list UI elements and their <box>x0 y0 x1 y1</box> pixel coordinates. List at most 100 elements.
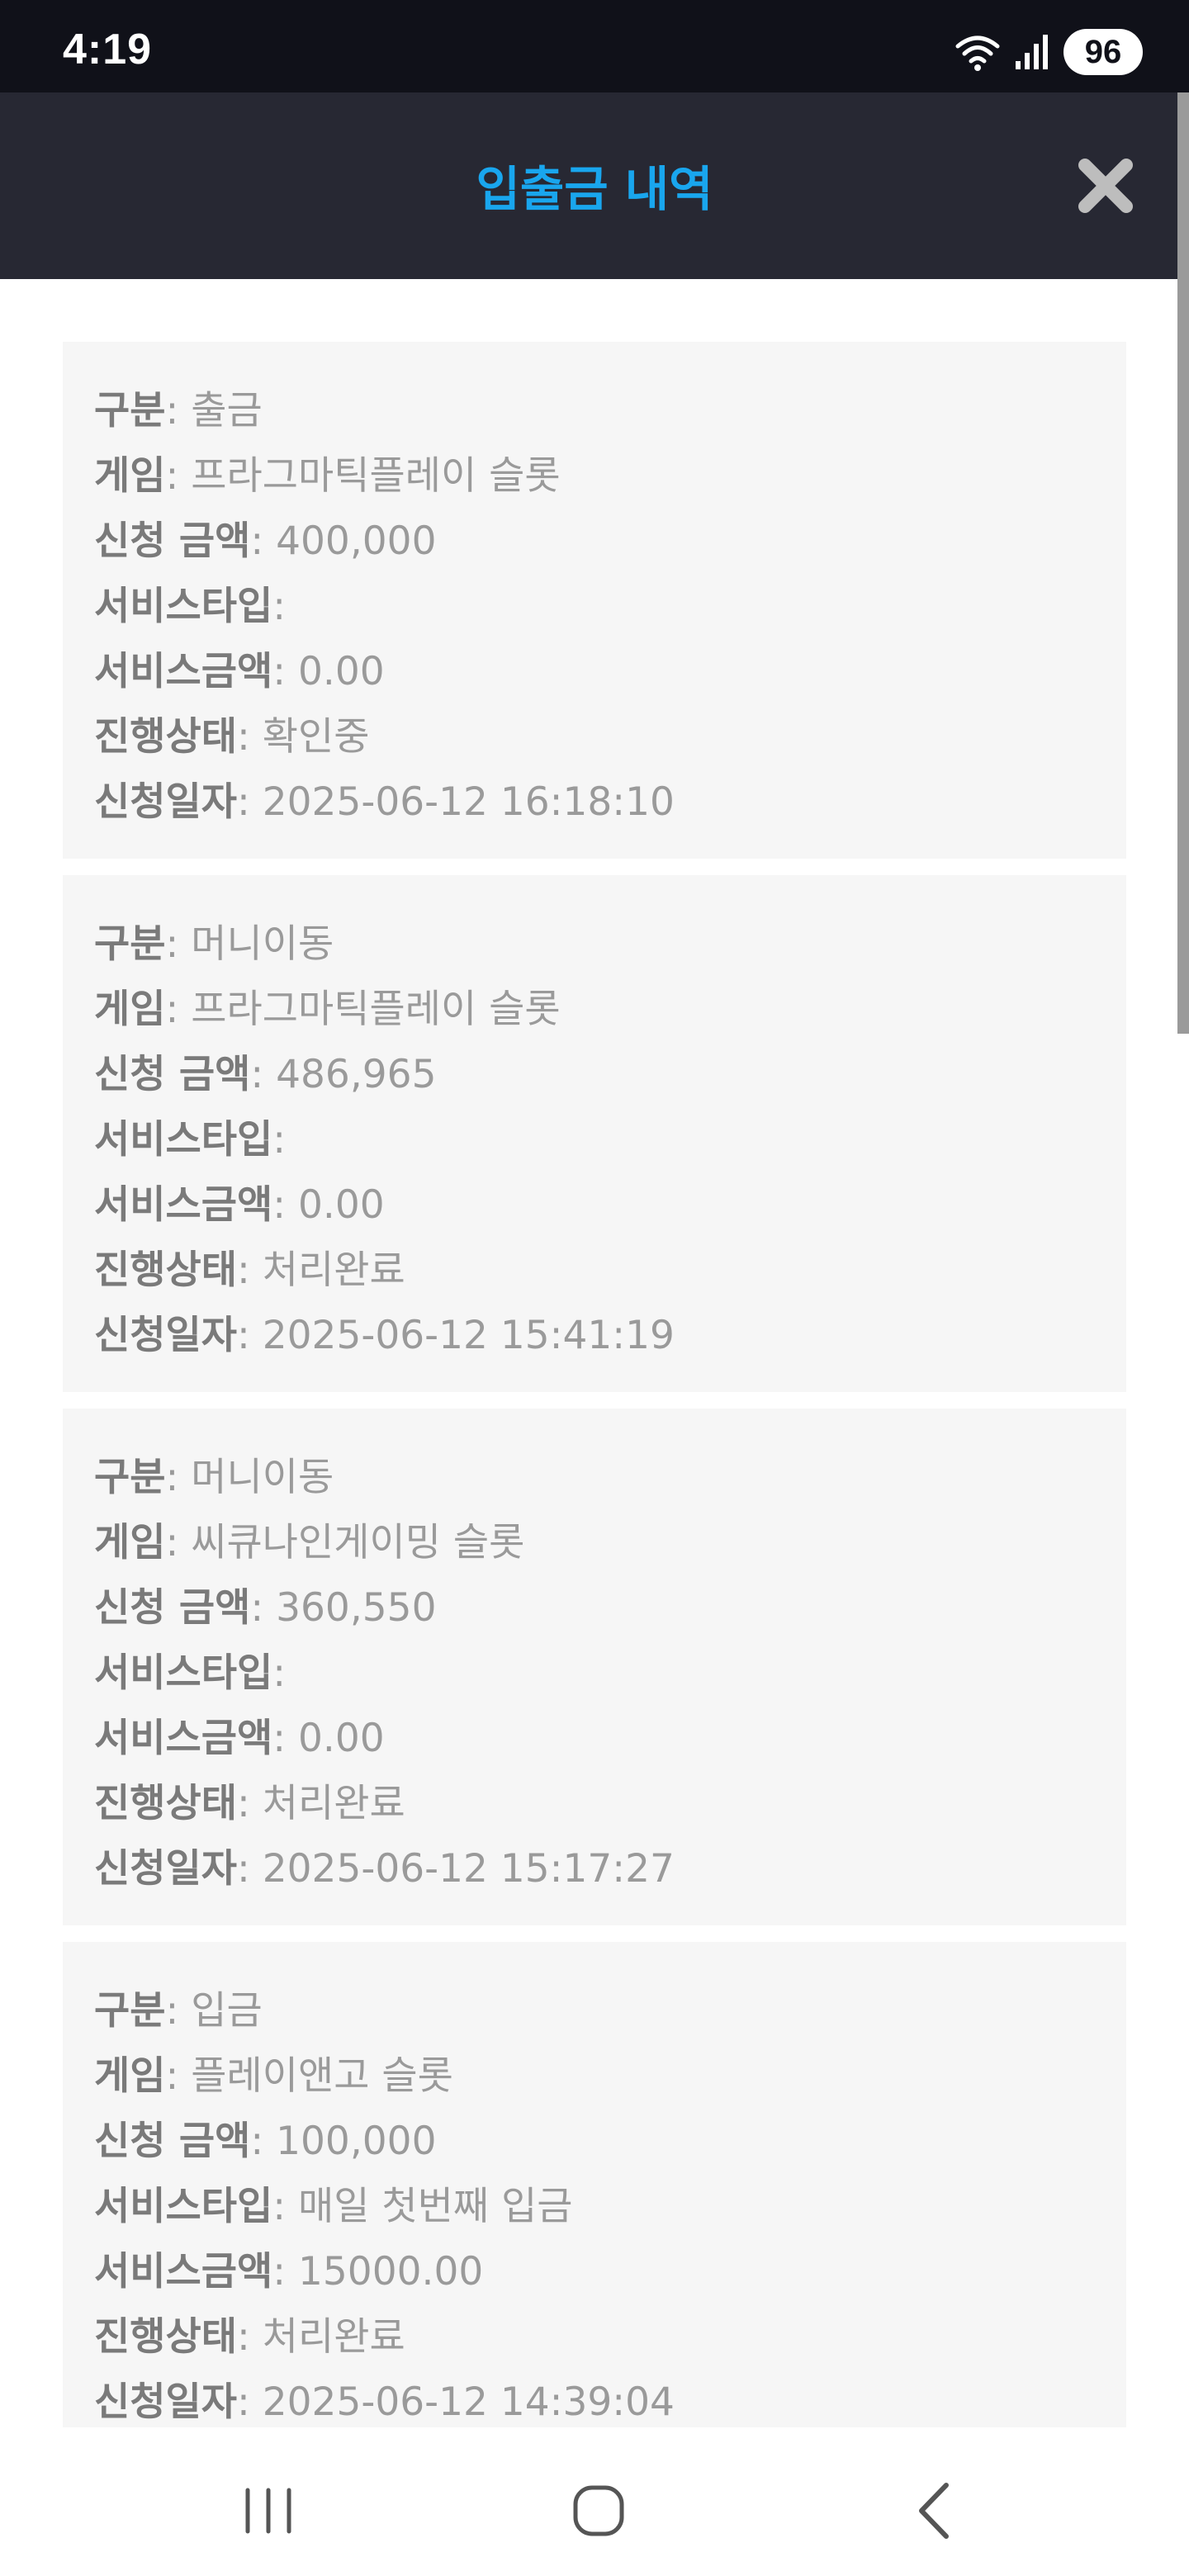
service-amount-row: 서비스금액: 15000.00 <box>94 2249 484 2294</box>
type-row: 구분: 머니이동 <box>94 921 334 967</box>
recent-apps-icon[interactable] <box>231 2474 306 2548</box>
status-icons: 96 <box>955 28 1143 76</box>
date-value: 2025-06-12 16:18:10 <box>262 779 675 825</box>
type-value: 출금 <box>191 388 263 433</box>
type-label: 구분 <box>94 1988 166 2034</box>
amount-row: 신청 금액: 400,000 <box>94 519 437 564</box>
status-label: 진행상태 <box>94 714 237 760</box>
wifi-icon <box>955 36 1000 71</box>
service-amount-label: 서비스금액 <box>94 1182 273 1228</box>
game-value: 프라그마틱플레이 슬롯 <box>191 987 561 1032</box>
header: 입출금 내역 <box>0 92 1189 279</box>
amount-row: 신청 금액: 100,000 <box>94 2119 437 2164</box>
status-value: 처리완료 <box>262 1248 405 1293</box>
amount-label: 신청 금액 <box>94 2119 251 2164</box>
date-value: 2025-06-12 15:17:27 <box>262 1846 675 1892</box>
date-row: 신청일자: 2025-06-12 14:39:04 <box>94 2379 675 2425</box>
amount-label: 신청 금액 <box>94 1585 251 1631</box>
transaction-card: 구분: 출금 게임: 프라그마틱플레이 슬롯 신청 금액: 400,000 서비… <box>63 342 1126 859</box>
service-amount-label: 서비스금액 <box>94 1716 273 1761</box>
back-icon[interactable] <box>897 2474 971 2548</box>
date-label: 신청일자 <box>94 1313 237 1358</box>
type-label: 구분 <box>94 1455 166 1500</box>
date-value: 2025-06-12 15:41:19 <box>262 1313 675 1358</box>
amount-value: 100,000 <box>276 2119 437 2164</box>
amount-row: 신청 금액: 360,550 <box>94 1585 437 1631</box>
service-type-label: 서비스타입 <box>94 2184 273 2229</box>
service-type-label: 서비스타입 <box>94 1117 273 1163</box>
service-amount-row: 서비스금액: 0.00 <box>94 1182 385 1228</box>
service-type-row: 서비스타입: <box>94 1117 287 1163</box>
transaction-list: 구분: 출금 게임: 프라그마틱플레이 슬롯 신청 금액: 400,000 서비… <box>63 342 1126 2475</box>
close-icon[interactable] <box>1077 157 1135 215</box>
amount-row: 신청 금액: 486,965 <box>94 1052 437 1097</box>
amount-label: 신청 금액 <box>94 519 251 564</box>
type-label: 구분 <box>94 388 166 433</box>
type-row: 구분: 입금 <box>94 1988 263 2034</box>
game-value: 프라그마틱플레이 슬롯 <box>191 453 561 499</box>
game-label: 게임 <box>94 987 166 1032</box>
type-value: 머니이동 <box>191 1455 334 1500</box>
game-label: 게임 <box>94 453 166 499</box>
date-row: 신청일자: 2025-06-12 15:17:27 <box>94 1846 675 1892</box>
status-value: 처리완료 <box>262 1781 405 1826</box>
battery-icon: 96 <box>1063 29 1143 75</box>
date-label: 신청일자 <box>94 779 237 825</box>
game-row: 게임: 프라그마틱플레이 슬롯 <box>94 987 561 1032</box>
service-type-row: 서비스타입: 매일 첫번째 입금 <box>94 2184 573 2229</box>
transaction-card: 구분: 머니이동 게임: 씨큐나인게이밍 슬롯 신청 금액: 360,550 서… <box>63 1409 1126 1925</box>
status-label: 진행상태 <box>94 1248 237 1293</box>
date-row: 신청일자: 2025-06-12 16:18:10 <box>94 779 675 825</box>
service-amount-row: 서비스금액: 0.00 <box>94 1716 385 1761</box>
type-label: 구분 <box>94 921 166 967</box>
status-bar: 4:19 96 <box>0 0 1189 92</box>
type-row: 구분: 출금 <box>94 388 263 433</box>
service-type-label: 서비스타입 <box>94 584 273 629</box>
status-time: 4:19 <box>63 26 153 73</box>
signal-icon <box>1016 35 1048 69</box>
type-value: 입금 <box>191 1988 263 2034</box>
type-value: 머니이동 <box>191 921 334 967</box>
game-row: 게임: 플레이앤고 슬롯 <box>94 2053 453 2099</box>
status-value: 처리완료 <box>262 2314 405 2360</box>
service-amount-value: 0.00 <box>297 649 385 694</box>
transaction-card: 구분: 입금 게임: 플레이앤고 슬롯 신청 금액: 100,000 서비스타입… <box>63 1942 1126 2459</box>
service-amount-label: 서비스금액 <box>94 649 273 694</box>
status-row: 진행상태: 처리완료 <box>94 1248 405 1293</box>
game-row: 게임: 프라그마틱플레이 슬롯 <box>94 453 561 499</box>
game-label: 게임 <box>94 2053 166 2099</box>
home-icon[interactable] <box>561 2474 636 2548</box>
navigation-bar <box>0 2427 1189 2576</box>
date-row: 신청일자: 2025-06-12 15:41:19 <box>94 1313 675 1358</box>
service-amount-value: 15000.00 <box>297 2249 484 2294</box>
service-amount-row: 서비스금액: 0.00 <box>94 649 385 694</box>
service-type-label: 서비스타입 <box>94 1650 273 1696</box>
status-row: 진행상태: 확인중 <box>94 714 370 760</box>
status-row: 진행상태: 처리완료 <box>94 2314 405 2360</box>
status-label: 진행상태 <box>94 2314 237 2360</box>
status-label: 진행상태 <box>94 1781 237 1826</box>
game-label: 게임 <box>94 1520 166 1565</box>
type-row: 구분: 머니이동 <box>94 1455 334 1500</box>
page-title: 입출금 내역 <box>476 161 713 217</box>
amount-value: 486,965 <box>276 1052 437 1097</box>
date-value: 2025-06-12 14:39:04 <box>262 2379 675 2425</box>
service-amount-label: 서비스금액 <box>94 2249 273 2294</box>
service-type-value: 매일 첫번째 입금 <box>297 2184 573 2229</box>
amount-label: 신청 금액 <box>94 1052 251 1097</box>
date-label: 신청일자 <box>94 1846 237 1892</box>
game-row: 게임: 씨큐나인게이밍 슬롯 <box>94 1520 525 1565</box>
service-amount-value: 0.00 <box>297 1716 385 1761</box>
scrollbar[interactable] <box>1177 92 1189 1034</box>
status-row: 진행상태: 처리완료 <box>94 1781 405 1826</box>
service-amount-value: 0.00 <box>297 1182 385 1228</box>
status-value: 확인중 <box>262 714 370 760</box>
amount-value: 360,550 <box>276 1585 437 1631</box>
transaction-card: 구분: 머니이동 게임: 프라그마틱플레이 슬롯 신청 금액: 486,965 … <box>63 875 1126 1392</box>
service-type-row: 서비스타입: <box>94 1650 287 1696</box>
amount-value: 400,000 <box>276 519 437 564</box>
date-label: 신청일자 <box>94 2379 237 2425</box>
game-value: 씨큐나인게이밍 슬롯 <box>191 1520 525 1565</box>
service-type-row: 서비스타입: <box>94 584 287 629</box>
game-value: 플레이앤고 슬롯 <box>191 2053 453 2099</box>
